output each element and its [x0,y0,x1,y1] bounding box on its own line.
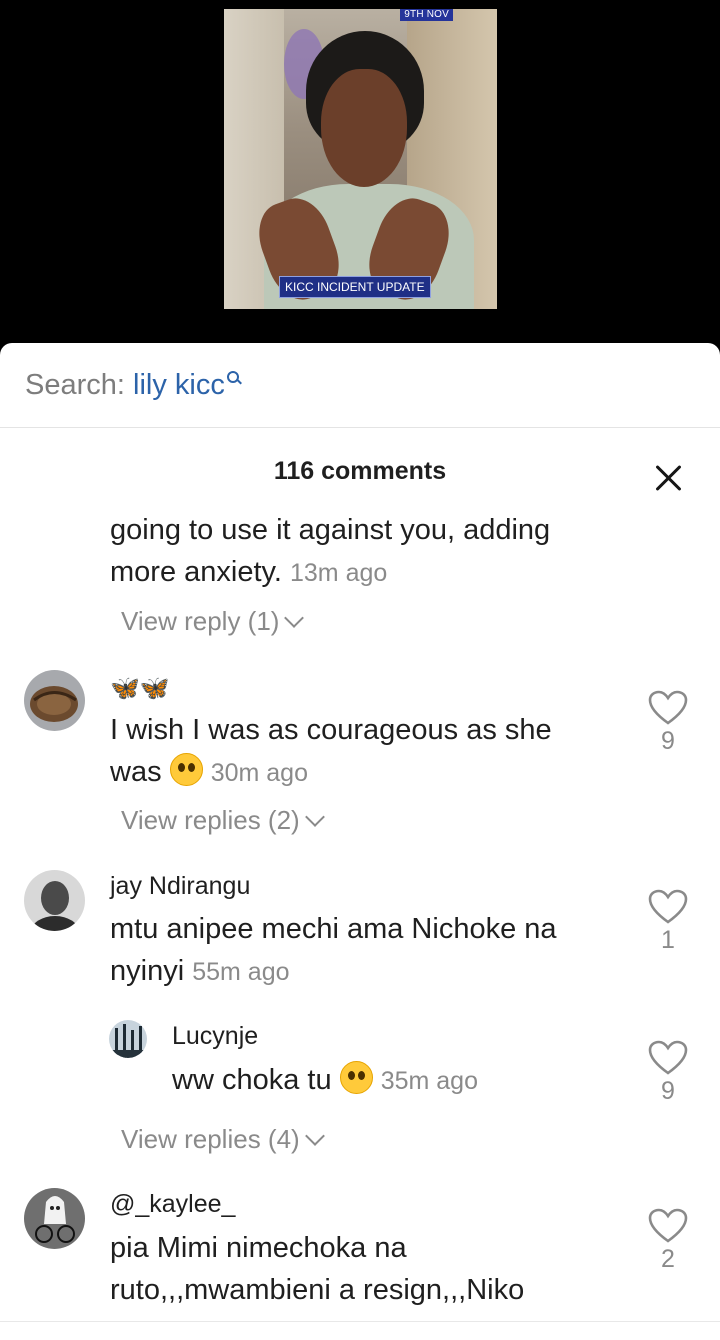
chevron-down-icon [304,807,325,827]
avatar[interactable] [109,1020,147,1058]
pleading-face-emoji-icon [169,753,203,786]
like-count: 9 [661,1077,675,1105]
like-count: 9 [661,727,675,755]
date-badge: 9TH NOV [400,9,453,21]
search-icon[interactable] [226,371,241,385]
like-button[interactable]: 9 [648,1040,688,1106]
comment-text: going to use it against you, adding more… [110,509,550,594]
comment-input-bar[interactable] [0,1321,720,1340]
heart-icon [648,1040,688,1075]
comment-text-line: going to use it against you, adding [110,514,551,546]
like-button[interactable]: 2 [648,1208,688,1274]
comment-username[interactable]: 🦋🦋 [110,674,170,703]
search-prefix-label: Search: [25,369,125,401]
comment-text: mtu anipee mechi ama Nichoke na nyinyi 5… [110,908,557,993]
comments-count-title: 116 comments [273,457,447,485]
comment-timestamp: 55m ago [192,958,290,986]
heart-icon [648,889,688,924]
search-term[interactable]: lily kicc [133,369,225,401]
chevron-down-icon [304,1126,325,1146]
view-replies-button[interactable]: View replies (2) [121,805,325,836]
like-button[interactable]: 1 [648,889,688,955]
heart-icon [648,1208,688,1243]
comment-timestamp: 13m ago [289,559,388,587]
comment-text-line: pia Mimi nimechoka na [110,1232,407,1264]
reply-text-line: ww choka tu [172,1064,332,1096]
comment-text-line: nyinyi [110,955,185,987]
comment-text-line: mtu anipee mechi ama Nichoke na [110,913,557,945]
comment-text: I wish I was as courageous as she was 30… [110,709,552,794]
video-thumbnail[interactable]: 9TH NOV KICC INCIDENT UPDATE [224,9,497,309]
avatar[interactable] [24,1188,85,1249]
comments-sheet: Search: lily kicc 116 comments going to … [0,343,720,1340]
grinning-face-with-sweat-emoji-icon [339,1061,373,1094]
comment-text-line: more anxiety. [110,556,282,588]
close-icon[interactable] [651,461,685,495]
view-replies-button[interactable]: View replies (4) [121,1124,325,1155]
search-text[interactable]: Search: lily kicc [25,369,241,402]
thumbnail-person-face [321,69,407,187]
view-replies-button[interactable]: View reply (1) [121,606,305,637]
like-count: 1 [661,926,675,954]
like-button[interactable]: 9 [648,690,688,756]
comment-username[interactable]: @_kaylee_ [110,1190,235,1219]
reply-text: ww choka tu 35m ago [172,1059,478,1102]
avatar[interactable] [24,870,85,931]
search-bar[interactable]: Search: lily kicc [0,343,720,428]
reply-timestamp: 35m ago [380,1067,478,1095]
video-area[interactable]: 9TH NOV KICC INCIDENT UPDATE [0,0,720,350]
comment-username[interactable]: jay Ndirangu [110,872,250,901]
comment-text-line: ruto,,,mwambieni a resign,,,Niko [110,1274,525,1306]
reply-username[interactable]: Lucynje [172,1022,258,1051]
view-replies-label: View reply (1) [121,606,280,636]
comment-text-line: was [110,756,162,788]
comment-timestamp: 30m ago [210,759,308,787]
chevron-down-icon [284,608,305,628]
comment-text-line: I wish I was as courageous as she [110,714,552,746]
caption-badge: KICC INCIDENT UPDATE [279,276,431,298]
like-count: 2 [661,1245,675,1273]
heart-icon [648,690,688,725]
view-replies-label: View replies (4) [121,1124,300,1154]
view-replies-label: View replies (2) [121,805,300,835]
comment-text: pia Mimi nimechoka na ruto,,,mwambieni a… [110,1227,524,1311]
avatar[interactable] [24,670,85,731]
